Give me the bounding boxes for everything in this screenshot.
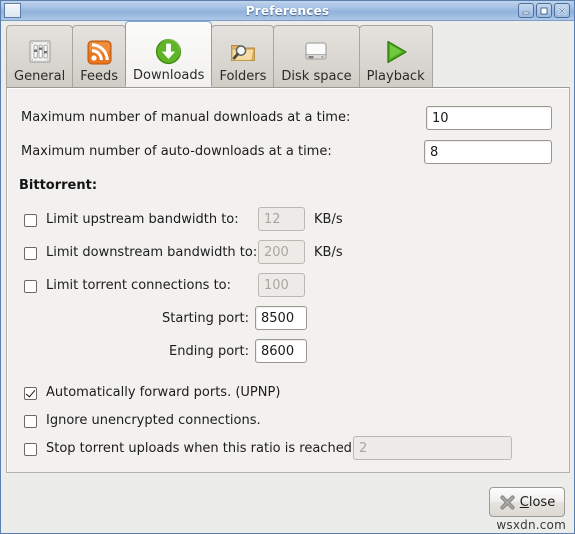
window-controls xyxy=(518,3,570,18)
ending-port-input[interactable]: 8600 xyxy=(255,339,307,363)
upnp-label: Automatically forward ports. (UPNP) xyxy=(46,385,281,400)
tab-strip: General Feeds Downloads Folders Disk spa… xyxy=(1,21,574,87)
limit-upstream-unit: KB/s xyxy=(314,212,343,227)
window-title: Preferences xyxy=(245,3,330,18)
limit-downstream-unit: KB/s xyxy=(314,245,343,260)
minimize-icon xyxy=(522,11,530,14)
stop-ratio-label: Stop torrent uploads when this ratio is … xyxy=(46,441,357,456)
window-menu-icon[interactable] xyxy=(4,3,21,18)
limit-connections-checkbox[interactable] xyxy=(24,279,37,293)
max-manual-downloads-label: Maximum number of manual downloads at a … xyxy=(21,110,351,125)
maximize-button[interactable] xyxy=(536,3,552,18)
limit-downstream-unit-row: KB/s xyxy=(314,245,343,261)
close-button-label: Close xyxy=(520,495,555,510)
starting-port-label: Starting port: xyxy=(162,311,250,326)
ending-port-label-row: Ending port: xyxy=(169,344,249,360)
starting-port-input[interactable]: 8500 xyxy=(255,306,307,330)
max-auto-downloads-label: Maximum number of auto-downloads at a ti… xyxy=(21,144,332,159)
max-auto-downloads-label-row: Maximum number of auto-downloads at a ti… xyxy=(21,144,332,160)
downloads-settings-panel: Maximum number of manual downloads at a … xyxy=(6,87,570,473)
bittorrent-section-heading-row: Bittorrent: xyxy=(19,178,97,193)
watermark: wsxdn.com xyxy=(496,518,566,532)
upnp-row[interactable]: Automatically forward ports. (UPNP) xyxy=(24,385,280,401)
close-window-button[interactable] xyxy=(554,3,570,18)
folder-search-icon xyxy=(228,37,258,67)
play-triangle-icon xyxy=(381,37,411,67)
maximize-icon xyxy=(540,7,548,14)
tab-downloads[interactable]: Downloads xyxy=(125,21,213,87)
limit-upstream-label: Limit upstream bandwidth to: xyxy=(46,212,239,227)
title-bar: Preferences xyxy=(1,1,574,21)
starting-port-label-row: Starting port: xyxy=(162,311,249,327)
limit-connections-input[interactable]: 100 xyxy=(258,273,305,297)
limit-connections-row[interactable]: Limit torrent connections to: xyxy=(24,278,231,294)
max-manual-downloads-input[interactable]: 10 xyxy=(426,106,552,130)
limit-upstream-input[interactable]: 12 xyxy=(258,207,305,231)
hard-drive-icon xyxy=(301,37,331,67)
limit-connections-value: 100 xyxy=(264,277,289,293)
rss-feed-icon xyxy=(84,37,114,67)
minimize-button[interactable] xyxy=(518,3,534,18)
limit-downstream-value: 200 xyxy=(264,244,289,260)
tab-downloads-label: Downloads xyxy=(133,68,205,83)
ignore-unencrypted-row[interactable]: Ignore unencrypted connections. xyxy=(24,413,261,429)
limit-downstream-checkbox[interactable] xyxy=(24,246,37,260)
limit-upstream-unit-row: KB/s xyxy=(314,212,343,228)
limit-downstream-input[interactable]: 200 xyxy=(258,240,305,264)
tab-general[interactable]: General xyxy=(6,25,74,87)
limit-upstream-checkbox[interactable] xyxy=(24,213,37,227)
tab-disk-space-label: Disk space xyxy=(281,69,352,84)
stop-ratio-value: 2 xyxy=(359,440,368,456)
ignore-unencrypted-label: Ignore unencrypted connections. xyxy=(46,413,261,428)
sliders-icon xyxy=(25,37,55,67)
upnp-checkbox[interactable] xyxy=(24,386,37,400)
limit-upstream-value: 12 xyxy=(264,211,281,227)
bittorrent-section-heading: Bittorrent: xyxy=(19,178,98,193)
limit-downstream-label: Limit downstream bandwidth to: xyxy=(46,245,258,260)
tab-disk-space[interactable]: Disk space xyxy=(273,25,360,87)
stop-ratio-input[interactable]: 2 xyxy=(353,436,512,460)
limit-downstream-row[interactable]: Limit downstream bandwidth to: xyxy=(24,245,257,261)
x-cross-icon xyxy=(499,494,516,511)
starting-port-value: 8500 xyxy=(261,310,295,326)
tab-list: General Feeds Downloads Folders Disk spa… xyxy=(6,21,574,87)
close-icon xyxy=(558,6,566,15)
tab-playback-label: Playback xyxy=(366,69,425,84)
close-button-rest: lose xyxy=(528,494,556,510)
limit-connections-label: Limit torrent connections to: xyxy=(46,278,232,293)
download-arrow-icon xyxy=(154,36,184,66)
limit-upstream-row[interactable]: Limit upstream bandwidth to: xyxy=(24,212,239,228)
max-auto-downloads-input[interactable]: 8 xyxy=(424,140,552,164)
max-manual-downloads-value: 10 xyxy=(432,110,449,126)
dialog-action-area: Close wsxdn.com xyxy=(1,475,574,533)
ending-port-label: Ending port: xyxy=(169,344,249,359)
stop-ratio-checkbox[interactable] xyxy=(24,442,37,456)
close-button-mnemonic: C xyxy=(519,494,529,510)
tab-general-label: General xyxy=(14,69,66,84)
tab-feeds[interactable]: Feeds xyxy=(72,25,127,87)
tab-folders-label: Folders xyxy=(219,69,267,84)
tab-playback[interactable]: Playback xyxy=(358,25,433,87)
ending-port-value: 8600 xyxy=(261,343,295,359)
max-auto-downloads-value: 8 xyxy=(430,144,439,160)
stop-ratio-row[interactable]: Stop torrent uploads when this ratio is … xyxy=(24,441,356,457)
max-manual-downloads-label-row: Maximum number of manual downloads at a … xyxy=(21,110,350,126)
preferences-window: Preferences General Feeds Downloads Fold… xyxy=(0,0,575,534)
tab-folders[interactable]: Folders xyxy=(211,25,275,87)
tab-feeds-label: Feeds xyxy=(80,69,119,84)
ignore-unencrypted-checkbox[interactable] xyxy=(24,414,37,428)
close-button[interactable]: Close xyxy=(489,487,565,517)
